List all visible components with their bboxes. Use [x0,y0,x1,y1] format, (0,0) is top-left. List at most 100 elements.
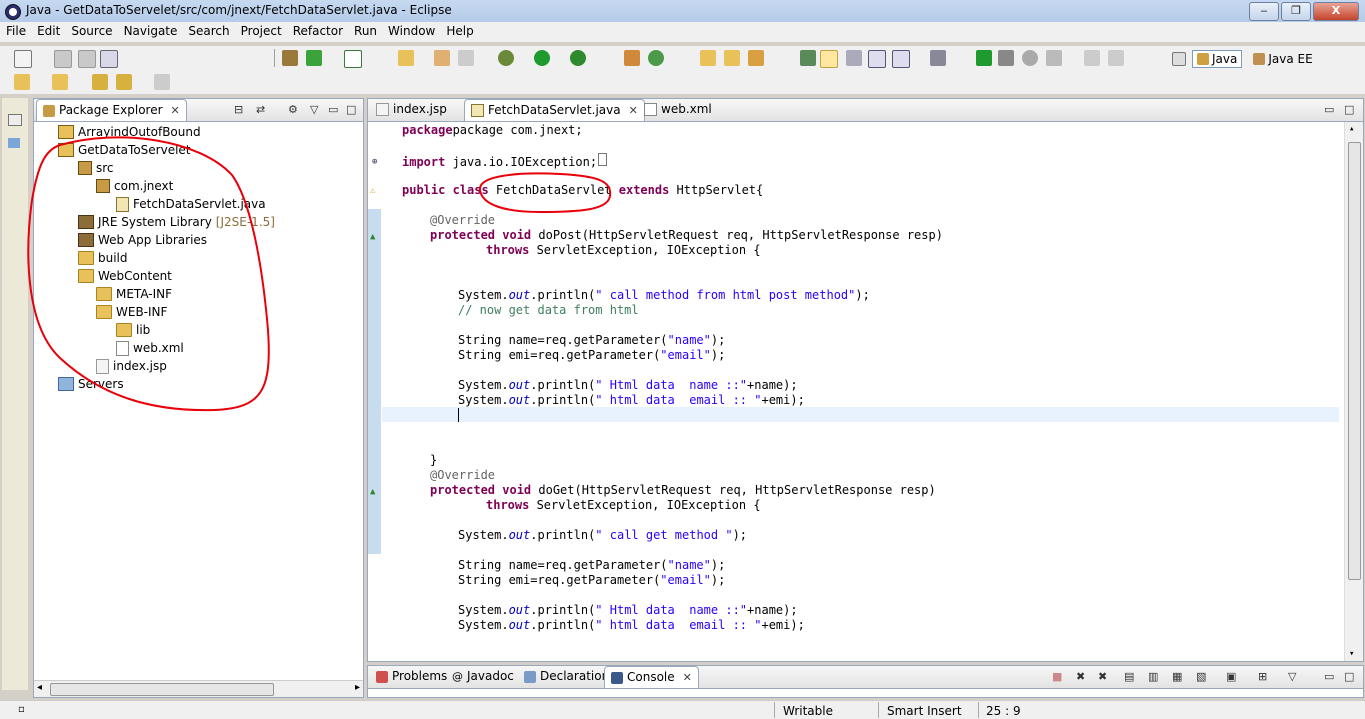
mark-occurrences-icon[interactable] [820,50,838,68]
close-button[interactable]: X [1313,2,1359,21]
minimize-view-icon[interactable]: ▭ [1324,670,1334,683]
menu-refactor[interactable]: Refactor [287,22,348,38]
tab-index-jsp[interactable]: index.jsp [370,99,453,120]
scroll-left-icon[interactable]: ◂ [37,682,42,693]
step-icon[interactable] [930,50,946,66]
suspend-icon[interactable] [998,50,1014,66]
view-menu-icon[interactable]: ▽ [1288,670,1296,683]
last-edit-icon[interactable] [92,74,108,90]
next-annotation-icon[interactable] [14,74,30,90]
menu-navigate[interactable]: Navigate [118,22,183,38]
tree-item[interactable]: index.jsp [96,357,167,375]
menu-file[interactable]: File [0,22,31,38]
menu-window[interactable]: Window [382,22,440,38]
pilcrow-icon[interactable] [892,50,910,68]
tree-item[interactable]: lib [116,321,150,339]
show-whitespace-icon[interactable] [868,50,886,68]
open-console-icon[interactable]: ⊞ [1258,670,1267,683]
warning-marker-icon[interactable]: ⚠ [370,186,375,196]
resume-icon[interactable] [976,50,992,66]
collapse-all-icon[interactable]: ⊟ [234,103,243,116]
restore-icon[interactable] [8,114,22,126]
tab-web-xml[interactable]: web.xml [638,99,718,120]
open-perspective-icon[interactable] [1172,52,1186,66]
tab-declaration[interactable]: Declaration [518,666,615,687]
tab-javadoc[interactable]: @ Javadoc [446,666,520,687]
tab-problems[interactable]: Problems [370,666,453,687]
save-all-icon[interactable] [78,50,96,68]
minimize-view-icon[interactable]: ▭ [328,103,338,116]
expand-fold-icon[interactable]: ⊕ [372,157,377,167]
maximize-view-icon[interactable]: □ [1344,103,1354,116]
menu-source[interactable]: Source [65,22,117,38]
scroll-up-icon[interactable]: ▴ [1349,124,1354,134]
tree-item[interactable]: ArrayindOutofBound [58,123,201,141]
previous-annotation-icon[interactable] [52,74,68,90]
close-tab-icon[interactable]: ✕ [629,100,638,121]
search-pen-icon[interactable] [748,50,764,66]
drop-to-frame-icon[interactable] [1046,50,1062,66]
maximize-button[interactable]: ❐ [1281,2,1311,21]
deploy-icon[interactable] [282,50,298,66]
clear-console-icon[interactable]: ▤ [1124,670,1134,683]
open-type-icon[interactable] [398,50,414,66]
new-java-project-icon[interactable] [434,50,450,66]
menu-help[interactable]: Help [440,22,478,38]
scroll-down-icon[interactable]: ▾ [1349,649,1354,659]
scrollbar-thumb[interactable] [50,683,274,696]
run-external-icon[interactable] [570,50,586,66]
display-console-icon[interactable]: ▣ [1226,670,1236,683]
open-folder-icon[interactable] [700,50,716,66]
tree-item[interactable]: GetDataToServelet [58,141,191,159]
perspective-java[interactable]: Java [1192,50,1243,68]
tree-item[interactable]: src [78,159,114,177]
scroll-lock-icon[interactable]: ▥ [1148,670,1158,683]
scrollbar-thumb[interactable] [1348,142,1361,580]
block-selection-icon[interactable] [846,50,862,66]
print-icon[interactable] [100,50,118,68]
save-icon[interactable] [54,50,72,68]
remove-all-icon[interactable]: ✖ [1098,670,1107,683]
maximize-view-icon[interactable]: □ [1344,670,1354,683]
menu-run[interactable]: Run [348,22,382,38]
view-menu-icon[interactable]: ▽ [310,103,318,116]
show-console-icon[interactable]: ▦ [1172,670,1182,683]
filters-icon[interactable]: ⚙ [288,103,298,116]
tree-item[interactable]: Web App Libraries [78,231,207,249]
pin-console-icon[interactable]: ▧ [1196,670,1206,683]
minimize-button[interactable]: ‒ [1249,2,1279,21]
tab-console[interactable]: Console ✕ [604,666,699,688]
minimize-view-icon[interactable]: ▭ [1324,103,1334,116]
tree-item[interactable]: JRE System Library [J2SE-1.5] [78,213,275,231]
tree-item[interactable]: META-INF [96,285,172,303]
tree-item[interactable]: WebContent [78,267,172,285]
scroll-right-icon[interactable]: ▸ [355,682,360,693]
link-editor-icon[interactable]: ⇄ [256,103,265,116]
forward-arrow-icon[interactable] [154,74,170,90]
run-icon[interactable] [534,50,550,66]
tree-item[interactable]: FetchDataServlet.java [116,195,266,213]
remove-launch-icon[interactable]: ✖ [1076,670,1085,683]
fast-view-icon[interactable]: ▫ [18,704,25,715]
menu-project[interactable]: Project [235,22,287,38]
tree-item[interactable]: web.xml [116,339,184,357]
code-area[interactable]: ⊕ ⚠ ▲ ▲ packagepackage com.jnext; import… [368,122,1363,661]
maximize-view-icon[interactable]: □ [346,103,356,116]
tree-item[interactable]: build [78,249,128,267]
tab-fetchdataservlet-java[interactable]: FetchDataServlet.java ✕ [464,99,645,121]
new-icon[interactable] [14,50,32,68]
menu-edit[interactable]: Edit [31,22,65,38]
terminate-icon[interactable] [1022,50,1038,66]
tree-item[interactable]: Servers [58,375,124,393]
back-icon[interactable] [1084,50,1100,66]
new-package-icon[interactable] [458,50,474,66]
debug-icon[interactable] [498,50,514,66]
tab-package-explorer[interactable]: Package Explorer ✕ [36,99,187,121]
forward-icon[interactable] [1108,50,1124,66]
perspective-javaee[interactable]: Java EE [1248,50,1317,68]
horizontal-scrollbar[interactable]: ◂ ▸ [34,680,363,697]
tree-item[interactable]: com.jnext [96,177,173,195]
new-class-icon[interactable] [624,50,640,66]
menu-search[interactable]: Search [182,22,234,38]
new-gear-icon[interactable] [648,50,664,66]
